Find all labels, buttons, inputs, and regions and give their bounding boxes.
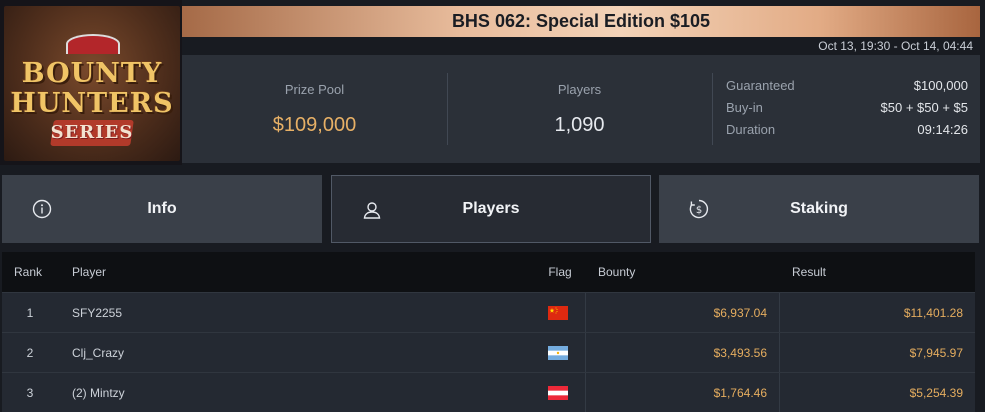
bounty-cell: $3,493.56 [713,345,767,360]
detail-label: Buy-in [726,100,763,115]
players-stat: Players 1,090 [447,55,712,163]
info-icon [32,199,52,219]
poker-chip-icon [66,34,120,54]
column-divider [585,373,586,412]
table-row[interactable]: 1 SFY2255 $6,937.04 $11,401.28 [2,292,975,332]
prize-pool-value: $109,000 [272,114,357,136]
table-row[interactable]: 2 Clj_Crazy $3,493.56 $7,945.97 [2,332,975,372]
logo-text-line1: BOUNTY [21,58,163,89]
detail-value: 09:14:26 [917,122,968,137]
stats-panel: Prize Pool $109,000 Players 1,090 Guaran… [182,55,980,163]
china-flag-icon [548,305,568,320]
austria-flag-icon [548,385,568,400]
bounty-hunters-logo: BOUNTY HUNTERS SERIES [0,0,182,165]
rank-cell: 2 [26,345,34,360]
user-icon [363,202,381,219]
players-value: 1,090 [554,114,605,136]
dollar-coin-icon: $ [689,199,709,219]
tournament-details: Guaranteed $100,000 Buy-in $50 + $50 + $… [726,78,968,144]
player-cell: SFY2255 [72,305,123,320]
svg-text:$: $ [696,205,702,216]
table-header: Rank Player Flag Bounty Result [2,252,975,292]
header-flag[interactable]: Flag [548,265,572,279]
column-divider [779,333,780,372]
argentina-flag-icon [548,345,568,360]
header-bounty[interactable]: Bounty [598,265,635,279]
divider [712,73,713,145]
player-cell: (2) Mintzy [72,385,125,400]
header-player[interactable]: Player [72,265,106,279]
detail-label: Guaranteed [726,78,795,93]
detail-row-duration: Duration 09:14:26 [726,122,968,144]
column-divider [585,293,586,332]
tab-info[interactable]: Info [2,175,322,243]
result-cell: $5,254.39 [909,385,963,400]
column-divider [585,333,586,372]
result-cell: $11,401.28 [903,305,963,320]
players-label: Players [557,82,602,97]
result-cell: $7,945.97 [909,345,963,360]
tab-staking[interactable]: $ Staking [659,175,979,243]
tournament-title-bar: BHS 062: Special Edition $105 [182,6,980,37]
prize-pool-label: Prize Pool [284,82,345,97]
date-range: Oct 13, 19:30 - Oct 14, 04:44 [818,39,973,53]
header-result[interactable]: Result [792,265,826,279]
bounty-cell: $6,937.04 [713,305,767,320]
bounty-cell: $1,764.46 [713,385,767,400]
tab-players[interactable]: Players [331,175,651,243]
prize-pool-stat: Prize Pool $109,000 [182,55,447,163]
logo-text-line2: HUNTERS [10,88,174,119]
logo-badge: BOUNTY HUNTERS SERIES [4,6,180,161]
detail-value: $50 + $50 + $5 [880,100,968,115]
detail-label: Duration [726,122,776,137]
column-divider [779,373,780,412]
rank-cell: 3 [26,385,34,400]
player-cell: Clj_Crazy [72,345,125,360]
rank-cell: 1 [26,305,34,320]
players-table: Rank Player Flag Bounty Result 1 SFY2255… [2,252,975,412]
table-row[interactable]: 3 (2) Mintzy $1,764.46 $5,254.39 [2,372,975,412]
detail-row-guaranteed: Guaranteed $100,000 [726,78,968,100]
detail-row-buy-in: Buy-in $50 + $50 + $5 [726,100,968,122]
logo-text-line3: SERIES [50,122,134,143]
column-divider [779,293,780,332]
header-rank[interactable]: Rank [14,265,42,279]
tournament-title: BHS 062: Special Edition $105 [451,11,711,31]
detail-value: $100,000 [913,78,968,93]
